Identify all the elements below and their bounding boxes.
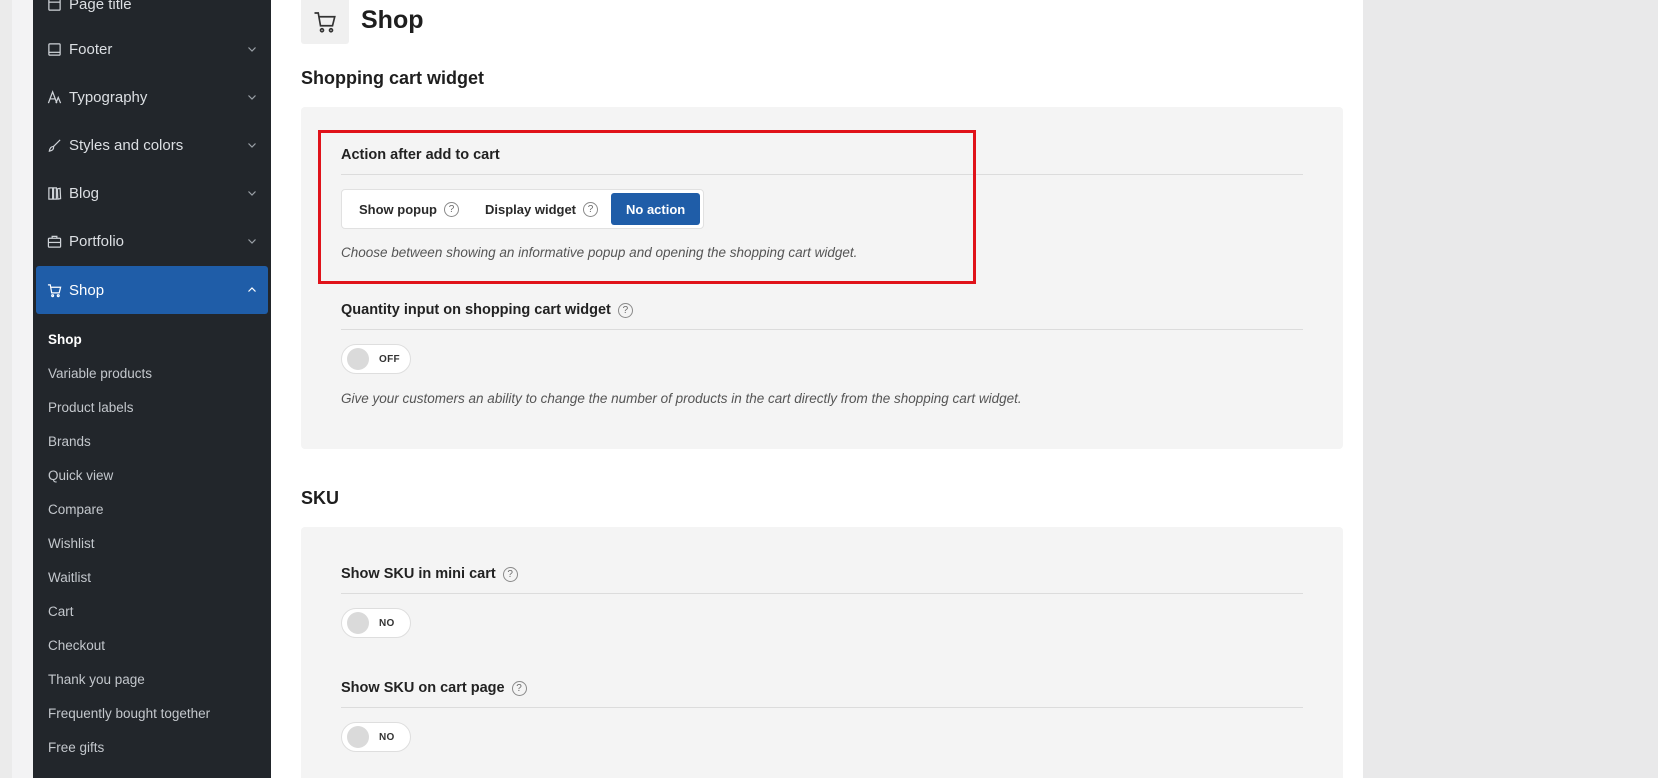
brush-icon: [47, 138, 62, 153]
help-icon[interactable]: ?: [583, 201, 599, 217]
quantity-input-description: Give your customers an ability to change…: [341, 391, 1022, 406]
quantity-input-toggle[interactable]: OFF: [341, 344, 411, 374]
sku-cart-page-title: Show SKU on cart page ?: [341, 680, 527, 696]
toggle-label: NO: [379, 731, 395, 743]
cart-icon: [314, 12, 336, 33]
toggle-label: NO: [379, 617, 395, 629]
sidebar-subitem-frequently-bought-together[interactable]: Frequently bought together: [48, 706, 210, 721]
chevron-down-icon: [248, 143, 256, 148]
sidebar-subitem-free-gifts[interactable]: Free gifts: [48, 740, 104, 755]
page-icon: [47, 0, 62, 12]
sidebar-subitem-thank-you-page[interactable]: Thank you page: [48, 672, 145, 687]
sidebar-item-blog[interactable]: Blog: [36, 170, 268, 216]
typography-icon: [47, 89, 62, 105]
sku-mini-cart-toggle[interactable]: NO: [341, 608, 411, 638]
sidebar-subitem-wishlist[interactable]: Wishlist: [48, 536, 95, 551]
page-title: Shop: [361, 6, 424, 34]
help-icon[interactable]: ?: [443, 201, 459, 217]
cart-icon: [47, 283, 62, 298]
left-gutter: [0, 0, 33, 778]
chevron-down-icon: [248, 191, 256, 196]
sidebar-subitem-cart[interactable]: Cart: [48, 604, 74, 619]
toggle-label: OFF: [379, 353, 400, 365]
divider: [341, 329, 1303, 330]
sidebar: Page title Footer Typography Styles and …: [33, 0, 271, 778]
sidebar-subitem-product-labels[interactable]: Product labels: [48, 400, 134, 415]
action-after-add-title: Action after add to cart: [341, 147, 500, 163]
page-header-icon: [301, 0, 349, 44]
sidebar-subitem-compare[interactable]: Compare: [48, 502, 104, 517]
action-after-add-description: Choose between showing an informative po…: [341, 245, 858, 260]
help-icon[interactable]: ?: [511, 680, 527, 696]
option-no-action[interactable]: No action: [611, 193, 701, 225]
sidebar-subitem-quick-view[interactable]: Quick view: [48, 468, 113, 483]
sidebar-item-footer[interactable]: Footer: [36, 26, 268, 72]
sidebar-item-shop[interactable]: Shop: [36, 266, 268, 314]
toggle-knob: [347, 612, 369, 634]
quantity-input-title: Quantity input on shopping cart widget ?: [341, 302, 633, 318]
action-after-add-selector: Show popup ? Display widget ? No action: [341, 189, 705, 229]
section-title-shopping-cart-widget: Shopping cart widget: [301, 68, 484, 88]
divider: [341, 593, 1303, 594]
footer-icon: [47, 42, 62, 57]
chevron-up-icon: [248, 287, 256, 292]
shopping-cart-widget-panel: Action after add to cart Show popup ? Di…: [301, 107, 1343, 449]
toggle-knob: [347, 348, 369, 370]
sku-mini-cart-title: Show SKU in mini cart ?: [341, 566, 518, 582]
sidebar-subitem-shop[interactable]: Shop: [48, 332, 82, 347]
sidebar-item-typography[interactable]: Typography: [36, 74, 268, 120]
sidebar-item-page-title[interactable]: Page title: [36, 0, 268, 27]
option-show-popup[interactable]: Show popup ?: [346, 193, 472, 225]
help-icon[interactable]: ?: [502, 566, 518, 582]
main-content: Shop Shopping cart widget Action after a…: [271, 0, 1363, 778]
sku-cart-page-toggle[interactable]: NO: [341, 722, 411, 752]
divider: [341, 174, 1303, 175]
chevron-down-icon: [248, 47, 256, 52]
sidebar-subitem-brands[interactable]: Brands: [48, 434, 91, 449]
right-background: [1363, 0, 1658, 778]
chevron-down-icon: [248, 95, 256, 100]
sidebar-item-portfolio[interactable]: Portfolio: [36, 218, 268, 264]
blog-icon: [47, 186, 62, 201]
divider: [341, 707, 1303, 708]
toggle-knob: [347, 726, 369, 748]
help-icon[interactable]: ?: [617, 302, 633, 318]
sku-panel: Show SKU in mini cart ? NO Show SKU on c…: [301, 527, 1343, 778]
portfolio-icon: [47, 234, 62, 249]
sidebar-subitem-checkout[interactable]: Checkout: [48, 638, 105, 653]
section-title-sku: SKU: [301, 488, 340, 508]
option-display-widget[interactable]: Display widget ?: [472, 193, 611, 225]
sidebar-subitem-waitlist[interactable]: Waitlist: [48, 570, 91, 585]
chevron-down-icon: [248, 239, 256, 244]
sidebar-item-styles-and-colors[interactable]: Styles and colors: [36, 122, 268, 168]
sidebar-subitem-variable-products[interactable]: Variable products: [48, 366, 152, 381]
